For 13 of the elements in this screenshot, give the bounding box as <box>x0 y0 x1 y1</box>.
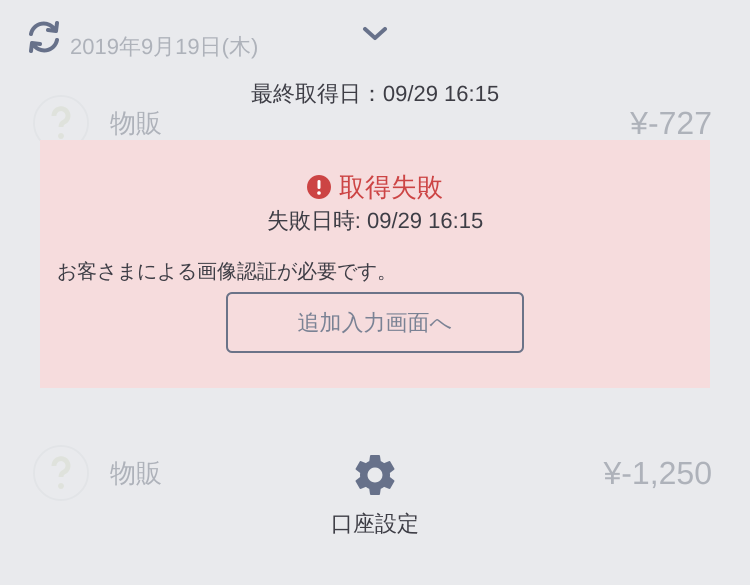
transaction-name: 物販 <box>110 106 162 140</box>
error-message: お客さまによる画像認証が必要です。 <box>57 260 398 285</box>
transaction-amount: ¥-1,250 <box>603 454 712 493</box>
chevron-down-icon[interactable] <box>362 26 388 42</box>
error-title: 取得失敗 <box>339 171 443 204</box>
alert-icon <box>307 175 331 199</box>
date-header: 2019年9月19日(木) <box>70 33 258 61</box>
transaction-name: 物販 <box>110 456 162 490</box>
account-settings-label[interactable]: 口座設定 <box>331 508 419 540</box>
refresh-icon[interactable] <box>26 19 62 55</box>
transaction-amount: ¥-727 <box>630 104 712 143</box>
last-fetched-text: 最終取得日：09/29 16:15 <box>250 80 500 108</box>
failed-at-text: 失敗日時: 09/29 16:15 <box>266 207 484 235</box>
